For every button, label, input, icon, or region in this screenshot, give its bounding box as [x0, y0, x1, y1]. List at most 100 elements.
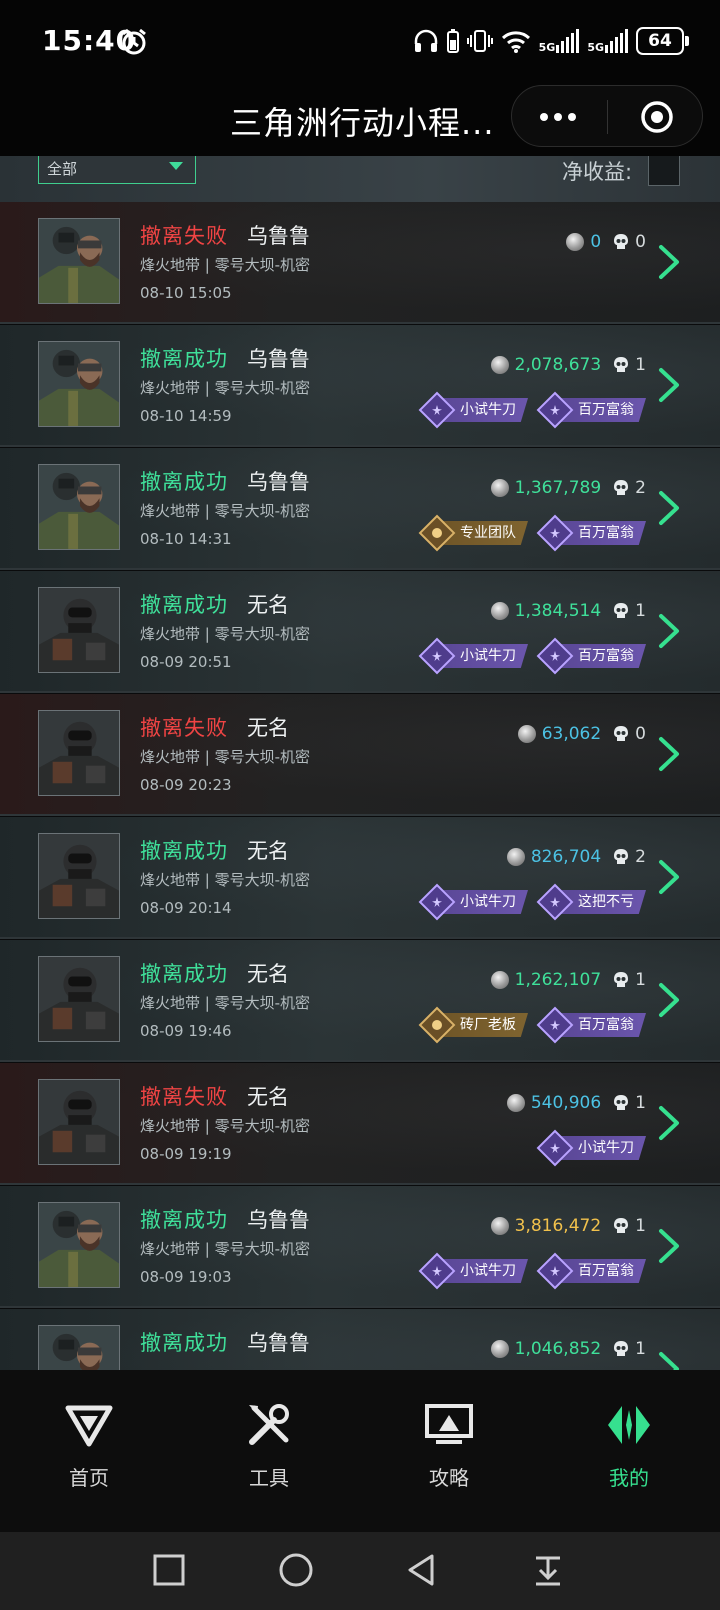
close-target-icon[interactable] — [640, 100, 674, 134]
home-logo-icon — [65, 1405, 113, 1447]
achievement-badge: 百万富翁 — [536, 1006, 646, 1044]
match-time: 08-10 14:59 — [140, 407, 232, 425]
match-record-row[interactable]: 撤离失败 无名 烽火地带 | 零号大坝-机密 08-09 20:23 63,06… — [0, 694, 720, 816]
back-triangle-icon[interactable] — [404, 1552, 440, 1588]
loot-summary: 1,367,789 2 — [490, 478, 646, 498]
chevron-right-icon[interactable] — [658, 1228, 680, 1264]
purple-star-icon — [418, 637, 456, 675]
match-record-row[interactable]: 撤离成功 乌鲁鲁 烽火地带 | 零号大坝-机密 08-10 14:31 1,36… — [0, 448, 720, 570]
chevron-right-icon[interactable] — [658, 982, 680, 1018]
match-record-row[interactable]: 撤离成功 乌鲁鲁 烽火地带 | 零号大坝-机密 08-10 14:59 2,07… — [0, 325, 720, 447]
operator-avatar — [38, 956, 120, 1042]
operator-avatar — [38, 218, 120, 304]
capsule-divider — [607, 100, 608, 134]
gold-medal-icon — [418, 514, 456, 552]
notification-pull-icon[interactable] — [530, 1552, 566, 1588]
kill-count: 1 — [635, 1339, 646, 1359]
home-circle-icon[interactable] — [278, 1552, 314, 1588]
operator-name: 无名 — [247, 1085, 289, 1109]
loot-value: 3,816,472 — [514, 1216, 602, 1236]
nav-item-mine[interactable]: 我的 — [569, 1400, 689, 1491]
operator-avatar — [38, 1079, 120, 1165]
match-time: 08-09 19:46 — [140, 1022, 232, 1040]
coin-icon — [490, 1340, 509, 1358]
coin-icon — [506, 1094, 525, 1112]
skull-icon — [614, 726, 629, 741]
achievement-badge: 百万富翁 — [536, 637, 646, 675]
badge-list: 小试牛刀 这把不亏 — [418, 883, 646, 921]
match-record-list[interactable]: 撤离失败 乌鲁鲁 烽火地带 | 零号大坝-机密 08-10 15:05 0 0 … — [0, 202, 720, 1370]
operator-avatar — [38, 833, 120, 919]
gold-medal-icon — [418, 1006, 456, 1044]
skull-icon — [614, 357, 629, 372]
achievement-badge: 专业团队 — [418, 514, 528, 552]
chevron-right-icon[interactable] — [658, 1351, 680, 1370]
skull-icon — [614, 603, 629, 618]
signal-bars-icon — [605, 29, 628, 53]
more-options-button[interactable] — [540, 104, 580, 130]
purple-star-icon — [418, 883, 456, 921]
match-record-row[interactable]: 撤离成功 乌鲁鲁 1,046,852 1 — [0, 1309, 720, 1370]
operator-name: 乌鲁鲁 — [247, 1331, 310, 1355]
kill-count: 1 — [635, 970, 646, 990]
alarm-icon — [122, 28, 146, 55]
match-time: 08-09 20:51 — [140, 653, 232, 671]
mode-map-label: 烽火地带 | 零号大坝-机密 — [140, 994, 311, 1012]
purple-star-icon — [418, 1252, 456, 1290]
battery-indicator: 64 — [636, 27, 689, 55]
match-record-row[interactable]: 撤离失败 乌鲁鲁 烽火地带 | 零号大坝-机密 08-10 15:05 0 0 — [0, 202, 720, 324]
nav-item-tools[interactable]: 工具 — [209, 1400, 329, 1491]
mode-filter-dropdown[interactable]: 全部 — [38, 156, 196, 184]
chevron-right-icon[interactable] — [658, 490, 680, 526]
coin-icon — [506, 848, 525, 866]
mini-program-capsule — [511, 85, 703, 147]
match-record-row[interactable]: 撤离成功 无名 烽火地带 | 零号大坝-机密 08-09 20:14 826,7… — [0, 817, 720, 939]
operator-avatar — [38, 1202, 120, 1288]
loot-value: 1,367,789 — [514, 478, 602, 498]
loot-summary: 540,906 1 — [506, 1093, 646, 1113]
operator-avatar — [38, 341, 120, 427]
achievement-badge: 百万富翁 — [536, 1252, 646, 1290]
mode-map-label: 烽火地带 | 零号大坝-机密 — [140, 748, 311, 766]
net-income-toggle[interactable] — [648, 156, 680, 186]
kill-count: 1 — [635, 355, 646, 375]
purple-star-icon — [418, 391, 456, 429]
battery-level: 64 — [648, 31, 672, 51]
loot-summary: 2,078,673 1 — [490, 355, 646, 375]
loot-value: 540,906 — [530, 1093, 602, 1113]
loot-summary: 0 0 — [566, 232, 646, 252]
status-icons: 5G 5G 64 — [413, 24, 689, 58]
match-time: 08-10 14:31 — [140, 530, 232, 548]
badge-list: 小试牛刀 百万富翁 — [418, 391, 646, 429]
chevron-right-icon[interactable] — [658, 1105, 680, 1141]
kill-count: 2 — [635, 478, 646, 498]
badge-list: 专业团队 百万富翁 — [418, 514, 646, 552]
nav-item-guide[interactable]: 攻略 — [389, 1400, 509, 1491]
chevron-right-icon[interactable] — [658, 244, 680, 280]
network-5g-indicator-2: 5G — [587, 29, 628, 53]
coin-icon — [566, 233, 585, 251]
kill-count: 1 — [635, 601, 646, 621]
tools-icon — [249, 1404, 289, 1445]
match-record-row[interactable]: 撤离成功 无名 烽火地带 | 零号大坝-机密 08-09 19:46 1,262… — [0, 940, 720, 1062]
chevron-right-icon[interactable] — [658, 613, 680, 649]
more-dot-icon — [568, 113, 576, 121]
loot-summary: 1,384,514 1 — [490, 601, 646, 621]
chevron-right-icon[interactable] — [658, 367, 680, 403]
loot-value: 2,078,673 — [514, 355, 602, 375]
badge-list: 小试牛刀 百万富翁 — [418, 637, 646, 675]
badge-list: 小试牛刀 — [536, 1129, 646, 1167]
kill-count: 0 — [635, 724, 646, 744]
mode-map-label: 烽火地带 | 零号大坝-机密 — [140, 871, 311, 889]
purple-star-icon — [536, 391, 574, 429]
extraction-status: 撤离失败 — [140, 224, 228, 248]
match-record-row[interactable]: 撤离失败 无名 烽火地带 | 零号大坝-机密 08-09 19:19 540,9… — [0, 1063, 720, 1185]
match-record-row[interactable]: 撤离成功 乌鲁鲁 烽火地带 | 零号大坝-机密 08-09 19:03 3,81… — [0, 1186, 720, 1308]
recent-apps-icon[interactable] — [151, 1552, 187, 1588]
filter-bar: 全部 净收益: — [0, 156, 720, 202]
match-record-row[interactable]: 撤离成功 无名 烽火地带 | 零号大坝-机密 08-09 20:51 1,384… — [0, 571, 720, 693]
chevron-right-icon[interactable] — [658, 859, 680, 895]
nav-item-home[interactable]: 首页 — [29, 1400, 149, 1491]
coin-icon — [490, 602, 509, 620]
chevron-right-icon[interactable] — [658, 736, 680, 772]
